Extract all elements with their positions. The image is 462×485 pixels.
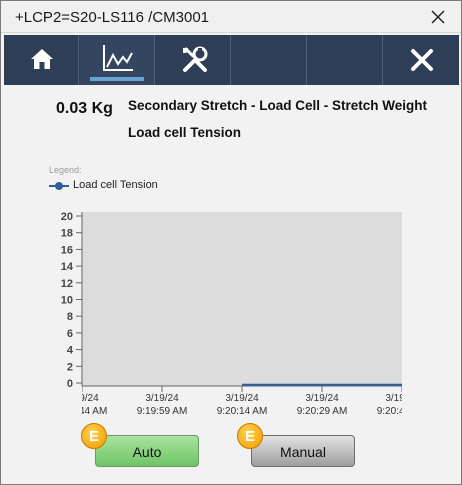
- plot-area: [82, 212, 402, 386]
- legend-marker-icon: [49, 182, 69, 190]
- dialog-window: +LCP2=S20-LS116 /CM3001 0.03 Kg Secondar…: [0, 0, 462, 485]
- home-icon: [31, 49, 53, 69]
- toolbar: [4, 35, 459, 85]
- reading-value: 0.03 Kg: [56, 100, 113, 117]
- close-icon[interactable]: [427, 6, 449, 28]
- legend-title: Legend:: [49, 165, 82, 175]
- y-tick-label: 16: [61, 244, 73, 256]
- toolbar-slot-empty-1: [232, 35, 307, 85]
- legend-series-label: Load cell Tension: [73, 179, 158, 191]
- badge-e-manual: E: [237, 423, 263, 449]
- y-tick-label: 20: [61, 211, 73, 223]
- x-tick-date: 3/19/24: [305, 393, 339, 404]
- y-tick-label: 8: [67, 311, 73, 323]
- y-tick-label: 10: [61, 295, 73, 307]
- home-button[interactable]: [4, 35, 79, 85]
- x-tick-date: 3/19/24: [145, 393, 179, 404]
- tools-button[interactable]: [156, 35, 231, 85]
- badge-e-auto: E: [81, 423, 107, 449]
- x-axis: 3/19/24 9:19:44 AM 3/19/24 9:19:59 AM 3/19/2…: [57, 385, 428, 417]
- x-tick-date: 3/19/24: [385, 393, 419, 404]
- reading-subtitle: Load cell Tension: [128, 125, 242, 140]
- trend-chart-button[interactable]: [80, 35, 155, 85]
- trend-chart: 02468101214161820 3/19/249:19:44 AM3/19/…: [57, 211, 428, 417]
- x-tick-time: 9:20:45 AM: [377, 406, 428, 417]
- window-title: +LCP2=S20-LS116 /CM3001: [15, 9, 210, 26]
- y-axis: 0 2 4 6 8 10 12 14 16 18 20: [61, 211, 83, 390]
- y-tick-label: 2: [67, 361, 73, 373]
- x-tick-date: 3/19/24: [225, 393, 259, 404]
- title-bar: +LCP2=S20-LS116 /CM3001: [1, 1, 461, 33]
- close-panel-button[interactable]: [384, 35, 459, 85]
- x-tick-date: 3/19/24: [65, 393, 99, 404]
- close-icon: [411, 49, 433, 71]
- auto-button[interactable]: Auto: [95, 435, 199, 467]
- reading-description: Secondary Stretch - Load Cell - Stretch …: [128, 98, 428, 113]
- x-tick-time: 9:19:44 AM: [57, 406, 108, 417]
- manual-button[interactable]: Manual: [251, 435, 355, 467]
- x-tick-time: 9:19:59 AM: [137, 406, 188, 417]
- tools-icon: [183, 46, 208, 72]
- y-tick-label: 4: [67, 345, 74, 357]
- trend-chart-icon: [103, 45, 133, 71]
- y-tick-label: 18: [61, 228, 73, 240]
- y-tick-label: 14: [61, 261, 74, 273]
- y-tick-label: 12: [61, 278, 73, 290]
- active-tab-indicator: [90, 77, 144, 81]
- x-tick-time: 9:20:29 AM: [297, 406, 348, 417]
- toolbar-slot-empty-2: [308, 35, 383, 85]
- y-tick-label: 6: [67, 328, 73, 340]
- x-tick-time: 9:20:14 AM: [217, 406, 268, 417]
- main-content: 0.03 Kg Secondary Stretch - Load Cell - …: [4, 86, 459, 483]
- y-tick-label: 0: [67, 378, 73, 390]
